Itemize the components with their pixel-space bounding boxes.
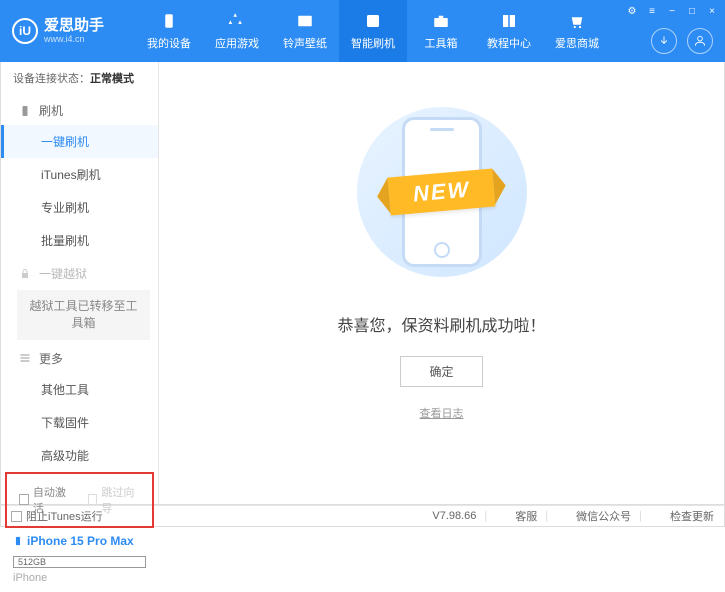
app-name: 爱思助手	[44, 18, 104, 33]
checkbox-icon	[88, 494, 98, 505]
app-header: iU 爱思助手 www.i4.cn 我的设备 应用游戏 铃声壁纸 智能刷机 工具…	[0, 0, 725, 62]
phone-icon	[13, 534, 23, 548]
checkbox-block-itunes[interactable]: 阻止iTunes运行	[11, 508, 103, 524]
user-button[interactable]	[687, 28, 713, 54]
support-link[interactable]: 客服	[515, 508, 537, 524]
sidebar-item-advanced[interactable]: 高级功能	[1, 439, 158, 472]
sidebar-item-onekey-flash[interactable]: 一键刷机	[1, 125, 158, 158]
settings-icon[interactable]: ⚙	[625, 4, 639, 18]
download-button[interactable]	[651, 28, 677, 54]
sidebar-item-download-firmware[interactable]: 下载固件	[1, 406, 158, 439]
device-name-row[interactable]: iPhone 15 Pro Max	[1, 528, 158, 554]
minimize-icon[interactable]: −	[665, 4, 679, 18]
nav-label: 我的设备	[147, 35, 191, 51]
nav-toolbox[interactable]: 工具箱	[407, 0, 475, 62]
nav-tutorials[interactable]: 教程中心	[475, 0, 543, 62]
phone-icon	[19, 105, 31, 117]
nav-label: 爱思商城	[555, 35, 599, 51]
checkbox-label: 阻止iTunes运行	[26, 508, 103, 524]
window-controls: ⚙ ≡ − □ ×	[625, 4, 719, 18]
section-label: 更多	[39, 350, 63, 367]
body-area: 设备连接状态：正常模式 刷机 一键刷机 iTunes刷机 专业刷机 批量刷机 一…	[0, 62, 725, 505]
nav-my-device[interactable]: 我的设备	[135, 0, 203, 62]
nav-label: 教程中心	[487, 35, 531, 51]
nav-flash[interactable]: 智能刷机	[339, 0, 407, 62]
section-label: 刷机	[39, 102, 63, 119]
checkbox-icon	[19, 494, 29, 505]
sidebar-item-other-tools[interactable]: 其他工具	[1, 373, 158, 406]
logo-area: iU 爱思助手 www.i4.cn	[0, 18, 135, 44]
status-label: 设备连接状态：	[13, 73, 90, 85]
section-label: 一键越狱	[39, 265, 87, 282]
main-content: NEW 恭喜您，保资料刷机成功啦！ 确定 查看日志	[159, 62, 724, 504]
cart-icon	[567, 11, 587, 31]
sidebar-item-pro-flash[interactable]: 专业刷机	[1, 191, 158, 224]
view-log-link[interactable]: 查看日志	[420, 405, 464, 421]
device-name: iPhone 15 Pro Max	[27, 534, 134, 548]
nav-label: 工具箱	[425, 35, 458, 51]
nav-label: 智能刷机	[351, 35, 395, 51]
header-actions	[651, 28, 713, 54]
menu-icon[interactable]: ≡	[645, 4, 659, 18]
section-jailbreak: 一键越狱	[1, 257, 158, 288]
section-flash[interactable]: 刷机	[1, 94, 158, 125]
apps-icon	[227, 11, 247, 31]
checkbox-label: 跳过向导	[101, 484, 140, 516]
wechat-link[interactable]: 微信公众号	[576, 508, 631, 524]
status-value: 正常模式	[90, 73, 134, 85]
nav-store[interactable]: 爱思商城	[543, 0, 611, 62]
maximize-icon[interactable]: □	[685, 4, 699, 18]
check-update-link[interactable]: 检查更新	[670, 508, 714, 524]
flash-icon	[363, 11, 383, 31]
sidebar-item-itunes-flash[interactable]: iTunes刷机	[1, 158, 158, 191]
success-illustration: NEW	[342, 92, 542, 292]
sidebar-item-batch-flash[interactable]: 批量刷机	[1, 224, 158, 257]
book-icon	[499, 11, 519, 31]
app-url: www.i4.cn	[44, 35, 104, 44]
nav-apps[interactable]: 应用游戏	[203, 0, 271, 62]
success-message: 恭喜您，保资料刷机成功啦！	[337, 312, 545, 336]
sidebar: 设备连接状态：正常模式 刷机 一键刷机 iTunes刷机 专业刷机 批量刷机 一…	[1, 62, 159, 504]
list-icon	[19, 352, 31, 364]
ok-button[interactable]: 确定	[400, 356, 482, 387]
checkbox-icon	[11, 511, 22, 522]
nav-label: 铃声壁纸	[283, 35, 327, 51]
app-logo-icon: iU	[12, 18, 38, 44]
device-type: iPhone	[1, 570, 158, 592]
close-icon[interactable]: ×	[705, 4, 719, 18]
section-more[interactable]: 更多	[1, 342, 158, 373]
jailbreak-moved-note[interactable]: 越狱工具已转移至工具箱	[17, 290, 150, 340]
connection-status: 设备连接状态：正常模式	[1, 62, 158, 94]
image-icon	[295, 11, 315, 31]
toolbox-icon	[431, 11, 451, 31]
lock-icon	[19, 268, 31, 280]
nav-ringtones[interactable]: 铃声壁纸	[271, 0, 339, 62]
device-icon	[159, 11, 179, 31]
storage-badge: 512GB	[13, 556, 146, 568]
nav-label: 应用游戏	[215, 35, 259, 51]
version-label: V7.98.66	[432, 510, 476, 522]
